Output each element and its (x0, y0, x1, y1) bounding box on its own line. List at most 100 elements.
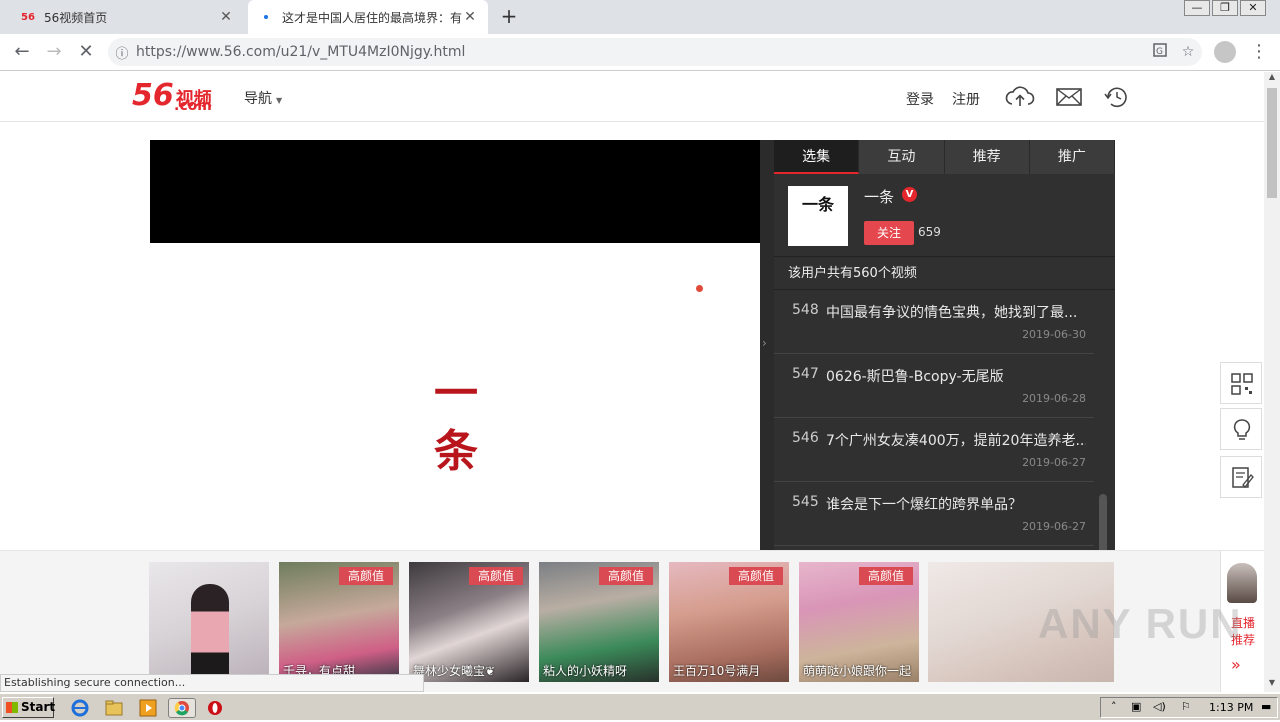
nav-dropdown[interactable]: 导航 ▼ (244, 88, 282, 108)
ie-icon[interactable] (70, 698, 90, 718)
tab-recommend[interactable]: 推荐 (944, 140, 1030, 174)
chrome-taskbar-icon[interactable] (168, 698, 196, 718)
profile-icon[interactable] (1214, 41, 1236, 63)
owner-avatar[interactable]: 一条 (788, 186, 848, 246)
register-link[interactable]: 注册 (952, 89, 980, 109)
page-scrollbar[interactable]: ▲ ▼ (1264, 72, 1280, 692)
volume-icon[interactable]: ◁) (1153, 700, 1166, 713)
video-title[interactable]: 7个广州女友凑400万，提前20年造养老... (826, 430, 1086, 450)
login-link[interactable]: 登录 (906, 89, 934, 109)
opera-icon[interactable] (205, 698, 225, 718)
video-title[interactable]: 0626-斯巴鲁-Bcopy-无尾版 (826, 366, 1086, 386)
video-date: 2019-06-30 (1022, 328, 1086, 341)
lightbulb-icon[interactable] (1220, 408, 1262, 450)
tab-title: 这才是中国人居住的最高境界：有水有... (282, 10, 462, 25)
chevron-right-icon: › (762, 336, 767, 350)
close-tab-icon[interactable]: ✕ (218, 9, 234, 25)
browser-tab-bar: 56 56视频首页 ✕ 这才是中国人居住的最高境界：有水有... ✕ + — ❐… (0, 0, 1280, 34)
loading-icon (258, 9, 274, 25)
scroll-up-icon[interactable]: ▲ (1264, 72, 1280, 86)
browser-menu-icon[interactable]: ⋮ (1250, 41, 1268, 63)
video-player[interactable]: 一条 (150, 140, 760, 550)
tab-56-home[interactable]: 56 56视频首页 ✕ (10, 0, 244, 34)
page-viewport: 56 视频 .com 导航 ▼ 登录 注册 一条 › 选集 互动 推荐 推广 一… (0, 72, 1264, 692)
player-letterbox (150, 140, 760, 243)
info-icon[interactable]: ⓘ (108, 43, 136, 62)
video-title[interactable]: 中国最有争议的情色宝典，她找到了最... (826, 302, 1086, 322)
feedback-edit-icon[interactable] (1220, 456, 1262, 498)
list-item[interactable]: 546 7个广州女友凑400万，提前20年造养老... 2019-06-27 (774, 418, 1094, 482)
live-card[interactable]: 高颜值 千寻，有点甜 (279, 562, 399, 682)
url-text[interactable]: https://www.56.com/u21/v_MTU4MzI0Njgy.ht… (136, 44, 1146, 60)
caret-down-icon: ▼ (276, 96, 283, 105)
list-item[interactable]: 547 0626-斯巴鲁-Bcopy-无尾版 2019-06-28 (774, 354, 1094, 418)
live-caption: 王百万10号满月 (673, 664, 761, 678)
panel-toggle[interactable]: › (760, 140, 774, 550)
live-card[interactable]: 高颜值 舞林少女曦宝❦ (409, 562, 529, 682)
tab-title: 56视频首页 (44, 10, 108, 25)
video-date: 2019-06-27 (1022, 520, 1086, 533)
logo-domain: .com (174, 98, 212, 114)
total-videos: 该用户共有560个视频 (774, 256, 1115, 290)
restore-button[interactable]: ❐ (1212, 0, 1238, 16)
windows-logo-icon (6, 702, 18, 713)
stop-icon[interactable]: ✕ (74, 40, 98, 64)
logo-number: 56 (132, 78, 174, 113)
tab-video-page[interactable]: 这才是中国人居住的最高境界：有水有... ✕ (248, 0, 488, 34)
start-label: Start (21, 700, 56, 714)
new-tab-button[interactable]: + (498, 6, 520, 28)
show-desktop-icon[interactable]: ▬ (1261, 700, 1271, 713)
upload-icon[interactable] (1005, 84, 1035, 110)
forward-icon[interactable]: → (42, 40, 66, 64)
streamer-figure (191, 584, 229, 682)
live-caption: 舞林少女曦宝❦ (413, 664, 496, 678)
verified-badge-icon: V (902, 187, 917, 202)
nav-label: 导航 (244, 91, 272, 107)
media-player-icon[interactable] (138, 698, 158, 718)
back-icon[interactable]: ← (10, 40, 34, 64)
video-title[interactable]: 谁会是下一个爆红的跨界单品？ (826, 494, 1086, 514)
minimize-button[interactable]: — (1184, 0, 1210, 16)
qrcode-icon[interactable] (1220, 362, 1262, 404)
tab-promote[interactable]: 推广 (1029, 140, 1115, 174)
translate-icon[interactable]: G (1146, 43, 1174, 61)
start-button[interactable]: Start (2, 697, 56, 718)
network-icon[interactable]: ▣ (1131, 700, 1141, 713)
message-icon[interactable] (1055, 84, 1085, 110)
list-item[interactable]: 548 中国最有争议的情色宝典，她找到了最... 2019-06-30 (774, 290, 1094, 354)
live-card[interactable]: 高颜值 王百万10号满月 (669, 562, 789, 682)
live-card[interactable]: 高颜值 萌萌哒小娘跟你一起 (799, 562, 919, 682)
list-item[interactable]: 545 谁会是下一个爆红的跨界单品？ 2019-06-27 (774, 482, 1094, 546)
video-number: 548 (792, 302, 819, 318)
close-window-button[interactable]: ✕ (1240, 0, 1266, 16)
tray-expand-icon[interactable]: ˄ (1111, 700, 1117, 713)
flag-icon[interactable]: ⚐ (1181, 700, 1191, 713)
live-card[interactable] (149, 562, 269, 682)
explorer-folder-icon[interactable] (104, 698, 124, 718)
tab-episodes[interactable]: 选集 (774, 140, 860, 174)
scroll-down-icon[interactable]: ▼ (1264, 678, 1280, 692)
bookmark-star-icon[interactable]: ☆ (1174, 44, 1202, 60)
loading-dot (696, 285, 703, 292)
address-bar[interactable]: ⓘ https://www.56.com/u21/v_MTU4MzI0Njgy.… (108, 38, 1202, 66)
follow-button[interactable]: 关注 (864, 221, 914, 245)
site-favicon-icon: 56 (21, 11, 35, 23)
history-icon[interactable] (1102, 84, 1132, 110)
hot-tag: 高颜值 (859, 567, 913, 585)
scroll-thumb[interactable] (1267, 88, 1277, 198)
tab-interact[interactable]: 互动 (859, 140, 945, 174)
clock: 1:13 PM (1209, 701, 1254, 714)
video-number: 545 (792, 494, 819, 510)
player-brand-logo: 一条 (434, 368, 478, 477)
video-list: 548 中国最有争议的情色宝典，她找到了最... 2019-06-30 547 … (774, 290, 1094, 546)
follower-count: 659 (918, 225, 941, 239)
status-bubble: Establishing secure connection... (0, 674, 424, 692)
streamer-avatar (1227, 563, 1257, 603)
site-logo[interactable]: 56 视频 .com (132, 78, 212, 114)
video-number: 547 (792, 366, 819, 382)
owner-name[interactable]: 一条 (864, 186, 894, 207)
live-card[interactable]: 高颜值 粘人的小妖精呀 (539, 562, 659, 682)
double-chevron-right-icon[interactable]: » (1231, 655, 1241, 674)
live-caption: 萌萌哒小娘跟你一起 (803, 664, 912, 678)
close-tab-icon[interactable]: ✕ (462, 9, 478, 25)
